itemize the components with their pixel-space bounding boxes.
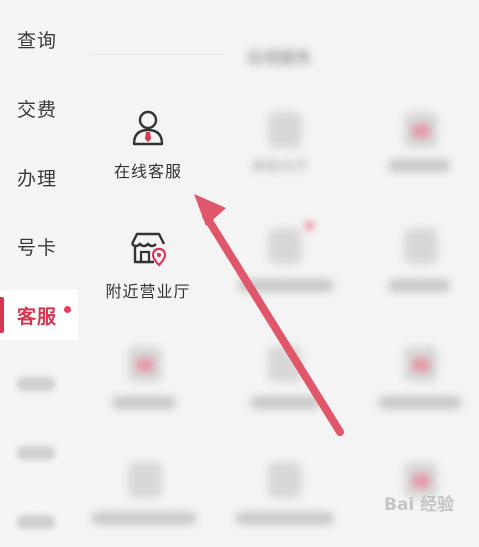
online-customer-service-tile[interactable]: 在线客服 [88, 108, 208, 182]
blurred-tile-label [388, 159, 450, 172]
blurred-tile-icon [268, 346, 302, 382]
blurred-tile-icon [404, 112, 438, 148]
blurred-tile-label [250, 396, 320, 409]
sidebar-item-blurred[interactable] [0, 428, 78, 478]
store-location-icon [128, 228, 168, 268]
sidebar-item-blurred[interactable] [0, 359, 78, 409]
sidebar-item-label: 查询 [17, 29, 58, 52]
tile-label: 附近营业厅 [105, 282, 191, 301]
blurred-tile-label [112, 396, 176, 409]
blurred-tile-icon [268, 112, 302, 148]
sidebar-item-handle[interactable]: 办理 [0, 152, 78, 202]
customer-service-agent-icon [128, 108, 168, 148]
blurred-tile-label [92, 512, 196, 525]
blurred-tile-label: 体验大厅 [252, 159, 308, 175]
blurred-tile-icon [268, 462, 302, 498]
active-indicator [0, 297, 4, 333]
blurred-tile-label [236, 512, 334, 525]
blurred-tile-icon [404, 346, 438, 382]
sidebar-item-query[interactable]: 查询 [0, 14, 78, 64]
blurred-tile-icon [268, 228, 302, 264]
blurred-tile-label [388, 279, 450, 292]
sidebar-item-customer-service[interactable]: 客服 [0, 290, 78, 340]
sidebar-item-blurred[interactable] [0, 497, 78, 547]
blurred-section-title: 在线服务 [247, 48, 312, 67]
blurred-tile-label [238, 279, 334, 292]
blurred-tile-label [378, 396, 462, 409]
blurred-dot [306, 222, 313, 229]
watermark-text: Bai 经验 [384, 494, 455, 515]
category-sidebar: 查询 交费 办理 号卡 客服 [0, 0, 78, 535]
sidebar-item-payment[interactable]: 交费 [0, 83, 78, 133]
sidebar-item-sim-card[interactable]: 号卡 [0, 221, 78, 271]
blurred-tile-icon [128, 346, 162, 382]
blurred-tile-icon [404, 228, 438, 264]
sidebar-item-label: 办理 [17, 167, 58, 190]
nearby-business-hall-tile[interactable]: 附近营业厅 [88, 228, 208, 302]
sidebar-item-label: 号卡 [17, 236, 58, 259]
tile-label: 在线客服 [113, 162, 182, 181]
divider [90, 54, 224, 55]
notification-dot [64, 306, 71, 313]
sidebar-item-label: 客服 [17, 305, 58, 328]
blurred-tile-icon [128, 462, 162, 498]
sidebar-item-label: 交费 [17, 98, 58, 121]
baidu-watermark: Bai 经验 [384, 478, 474, 526]
